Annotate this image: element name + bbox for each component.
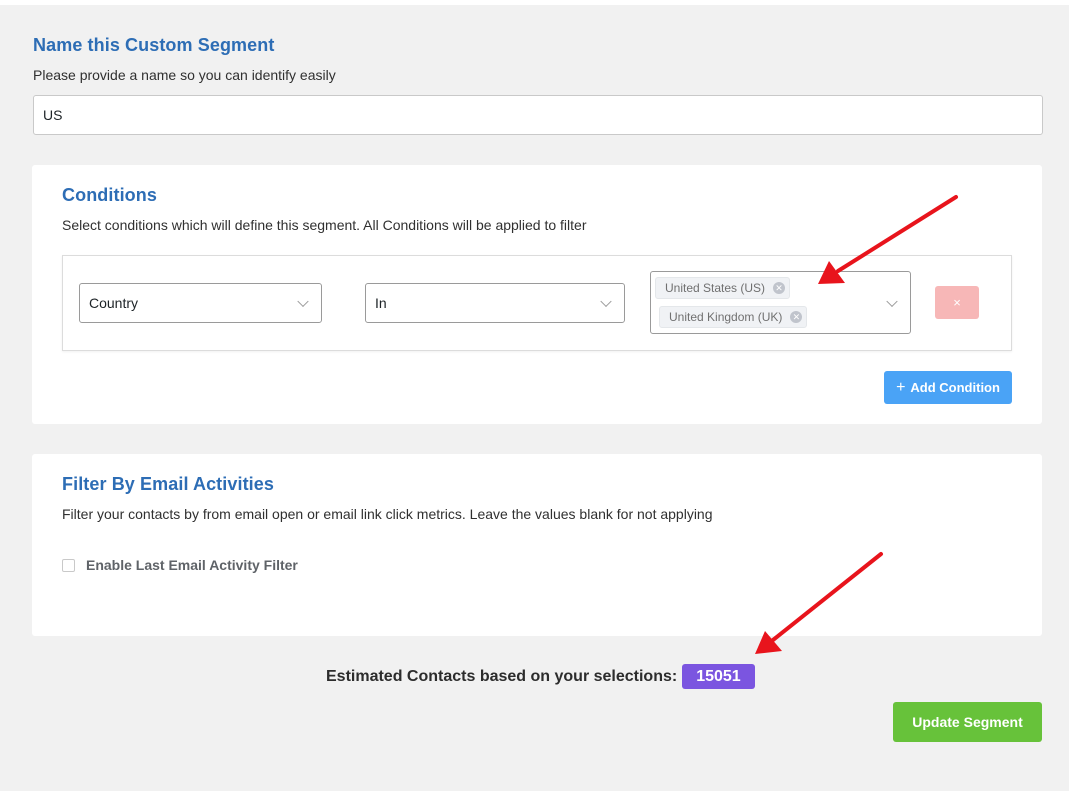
segment-name-input[interactable] [33, 95, 1043, 135]
email-filter-title: Filter By Email Activities [62, 474, 275, 494]
add-condition-label: Add Condition [910, 380, 1000, 395]
value-tag-label: United Kingdom (UK) [669, 310, 783, 324]
segment-name-title: Name this Custom Segment [33, 35, 275, 55]
plus-icon: + [896, 378, 906, 396]
email-activity-checkbox-label[interactable]: Enable Last Email Activity Filter [86, 557, 298, 573]
conditions-title: Conditions [62, 185, 157, 205]
value-tag-label: United States (US) [665, 281, 766, 295]
add-condition-button[interactable]: + Add Condition [884, 371, 1012, 404]
custom-segment-form: Name this Custom Segment Please provide … [0, 0, 1069, 791]
close-icon[interactable]: ✕ [773, 282, 786, 294]
condition-field-select[interactable]: Country [79, 283, 322, 323]
segment-name-description: Please provide a name so you can identif… [33, 67, 336, 83]
close-icon: × [953, 295, 961, 310]
condition-operator-select[interactable]: In [365, 283, 625, 323]
email-activity-checkbox[interactable] [62, 559, 75, 572]
conditions-description: Select conditions which will define this… [62, 217, 587, 233]
close-icon[interactable]: ✕ [790, 311, 803, 323]
remove-condition-button[interactable]: × [935, 286, 979, 319]
value-tag: United Kingdom (UK) ✕ [659, 306, 808, 328]
update-segment-button[interactable]: Update Segment [893, 702, 1042, 742]
chevron-down-icon [297, 295, 309, 308]
contacts-count-badge: 15051 [682, 664, 755, 689]
condition-field-value: Country [89, 295, 139, 311]
value-tag: United States (US) ✕ [655, 277, 791, 299]
chevron-down-icon [600, 295, 612, 308]
estimated-contacts: Estimated Contacts based on your selecti… [326, 664, 755, 689]
chevron-down-icon [886, 295, 898, 307]
condition-operator-value: In [375, 295, 387, 311]
email-filter-description: Filter your contacts by from email open … [62, 506, 713, 522]
estimated-contacts-label: Estimated Contacts based on your selecti… [326, 667, 678, 685]
